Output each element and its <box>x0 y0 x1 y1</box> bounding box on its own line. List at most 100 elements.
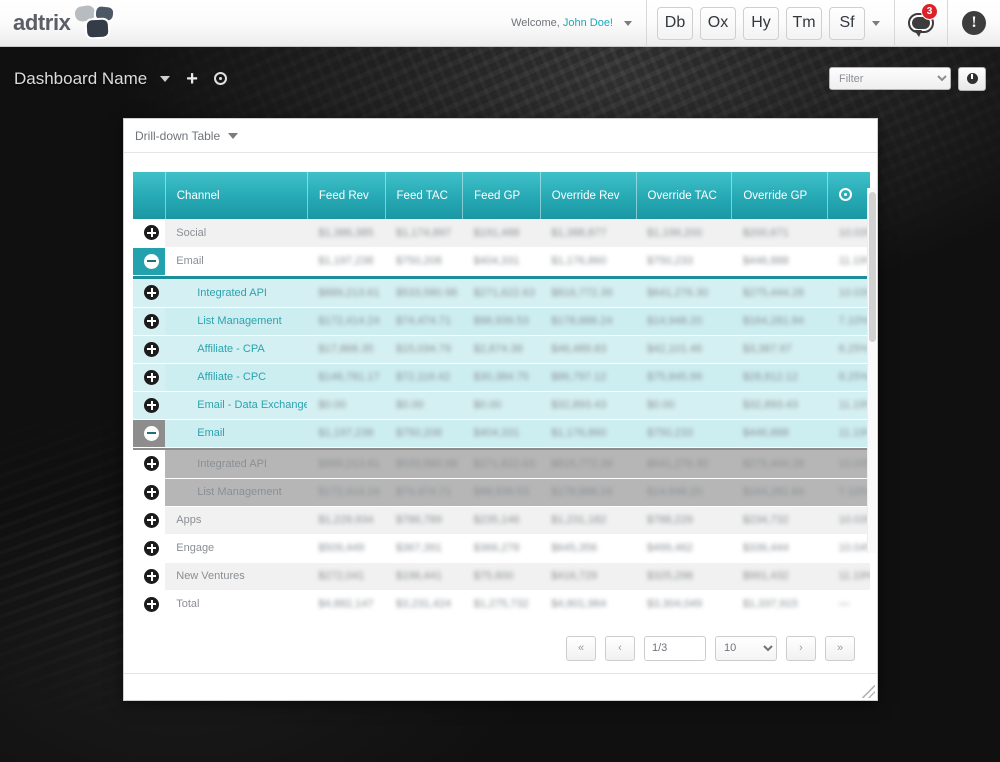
power-icon <box>966 73 978 84</box>
column-header-feed-tac[interactable]: Feed TAC <box>385 172 464 219</box>
dashboard-name[interactable]: Dashboard Name <box>14 69 147 89</box>
row-collapse-toggle[interactable] <box>133 419 166 448</box>
cell-channel[interactable]: Affiliate - CPC <box>165 363 308 392</box>
plus-circle-icon[interactable] <box>144 313 159 329</box>
first-page-button[interactable]: « <box>566 635 596 661</box>
alerts-button[interactable]: ! <box>948 0 1000 47</box>
row-expand-toggle[interactable] <box>133 590 166 619</box>
table-row[interactable]: Affiliate - CPC $146,781.17 $72,116.42 $… <box>133 363 870 392</box>
table-row[interactable]: Social $1,386,385 $1,174,897 $191,488 $1… <box>133 219 870 248</box>
chevron-down-icon[interactable] <box>160 75 171 82</box>
next-page-button[interactable]: › <box>786 635 816 661</box>
table-row[interactable]: Email - Data Exchanges $0.00 $0.00 $0.00… <box>133 391 870 420</box>
row-expand-toggle[interactable] <box>133 450 166 479</box>
dashboard-toolbar: Dashboard Name + Filter <box>0 47 1000 110</box>
table-row[interactable]: List Management $172,414.24 $74,474.71 $… <box>133 307 870 336</box>
table-row-total[interactable]: Total $4,882,147 $3,231,424 $1,275,732 $… <box>133 590 870 619</box>
column-header-override-gp[interactable]: Override GP <box>731 172 829 219</box>
channel-link[interactable]: Affiliate - CPC <box>197 371 266 383</box>
resize-grip-icon[interactable] <box>862 685 875 698</box>
row-expand-toggle[interactable] <box>133 506 166 535</box>
app-button-hy[interactable]: Hy <box>743 6 779 40</box>
plus-circle-icon[interactable] <box>144 341 159 357</box>
column-header-override-rev[interactable]: Override Rev <box>540 172 637 219</box>
column-header-feed-gp[interactable]: Feed GP <box>462 172 541 219</box>
channel-link[interactable]: Email - Data Exchanges <box>197 399 307 411</box>
gear-icon[interactable] <box>213 72 227 85</box>
chevron-down-icon[interactable] <box>228 132 239 139</box>
table-row[interactable]: List Management $172,414.24 $74,474.71 $… <box>133 478 870 507</box>
user-menu[interactable]: Welcome, John Doe! <box>511 17 646 29</box>
row-expand-toggle[interactable] <box>133 307 166 336</box>
plus-icon[interactable]: + <box>186 69 198 89</box>
cell-channel: Social <box>165 219 308 248</box>
table-scrollbar-thumb[interactable] <box>869 192 876 342</box>
channel-link[interactable]: Email <box>197 427 225 439</box>
filter-apply-button[interactable] <box>958 66 986 91</box>
row-expand-toggle[interactable] <box>133 279 166 308</box>
cell-override-gp: $275,444.28 <box>731 279 828 308</box>
plus-circle-icon[interactable] <box>144 456 159 472</box>
app-more-button[interactable] <box>872 20 884 26</box>
last-page-button[interactable]: » <box>825 635 855 661</box>
table-row[interactable]: Affiliate - CPA $17,868.35 $15,034.79 $2… <box>133 335 870 364</box>
app-button-sf[interactable]: Sf <box>829 6 865 40</box>
row-expand-toggle[interactable] <box>133 391 166 420</box>
column-header-override-tac[interactable]: Override TAC <box>636 172 733 219</box>
channel-link[interactable]: Integrated API <box>197 287 267 299</box>
table-row[interactable]: Engage $509,449 $367,391 $366,278 $645,3… <box>133 534 870 563</box>
brand-logo[interactable]: adtrix <box>13 3 118 41</box>
cell-channel[interactable]: List Management <box>165 307 308 336</box>
plus-circle-icon[interactable] <box>144 285 159 301</box>
plus-circle-icon[interactable] <box>144 512 159 528</box>
minus-circle-icon[interactable] <box>144 253 159 269</box>
filter-select[interactable]: Filter <box>829 67 951 90</box>
cell-channel[interactable]: Email - Data Exchanges <box>165 391 308 420</box>
row-expand-toggle[interactable] <box>133 363 166 392</box>
previous-page-button[interactable]: ‹ <box>605 635 635 661</box>
cell-override-tac: $641,276.30 <box>636 279 732 308</box>
minus-circle-icon[interactable] <box>144 425 159 441</box>
channel-link[interactable]: Affiliate - CPA <box>197 343 264 355</box>
cell-feed-rev: $172,414.24 <box>307 307 386 336</box>
page-number-input[interactable] <box>644 635 706 661</box>
row-expand-toggle[interactable] <box>133 562 166 591</box>
row-expand-toggle[interactable] <box>133 534 166 563</box>
plus-circle-icon[interactable] <box>144 397 159 413</box>
row-expand-toggle[interactable] <box>133 219 166 248</box>
table-row[interactable]: Apps $1,229,934 $786,789 $235,146 $1,231… <box>133 506 870 535</box>
cell-override-tac: $1,199,200 <box>636 219 732 248</box>
app-button-db[interactable]: Db <box>657 6 693 40</box>
cell-channel[interactable]: Email <box>165 419 308 448</box>
cell-channel[interactable]: Integrated API <box>165 279 308 308</box>
table-row[interactable]: Email $1,197,238 $750,208 $404,331 $1,17… <box>133 419 870 448</box>
table-row[interactable]: Integrated API $889,213.61 $533,580.98 $… <box>133 450 870 479</box>
cell-override-rev: $4,801,964 <box>540 590 637 619</box>
channel-link[interactable]: List Management <box>197 315 281 327</box>
row-expand-toggle[interactable] <box>133 478 166 507</box>
chevron-down-icon[interactable] <box>624 20 632 26</box>
plus-circle-icon[interactable] <box>144 596 159 612</box>
gear-icon[interactable] <box>839 187 853 201</box>
page-size-select[interactable]: 10 <box>715 635 777 661</box>
table-row[interactable]: New Ventures $272,041 $196,441 $75,600 $… <box>133 562 870 591</box>
row-collapse-toggle[interactable] <box>133 247 166 276</box>
table-scrollbar[interactable] <box>867 188 876 553</box>
plus-circle-icon[interactable] <box>144 225 159 241</box>
app-button-ox[interactable]: Ox <box>700 6 736 40</box>
cell-channel[interactable]: Affiliate - CPA <box>165 335 308 364</box>
column-header-feed-rev[interactable]: Feed Rev <box>307 172 386 219</box>
table-row[interactable]: Email $1,197,238 $750,208 $404,331 $1,17… <box>133 247 870 276</box>
column-header-settings[interactable] <box>827 172 870 219</box>
plus-circle-icon[interactable] <box>144 540 159 556</box>
row-expand-toggle[interactable] <box>133 335 166 364</box>
plus-circle-icon[interactable] <box>144 568 159 584</box>
cell-override-tac: $641,276.30 <box>636 450 732 479</box>
app-button-tm[interactable]: Tm <box>786 6 822 40</box>
plus-circle-icon[interactable] <box>144 484 159 500</box>
column-header-channel[interactable]: Channel <box>165 172 308 219</box>
plus-circle-icon[interactable] <box>144 369 159 385</box>
cell-channel: New Ventures <box>165 562 308 591</box>
table-row[interactable]: Integrated API $889,213.61 $533,580.98 $… <box>133 279 870 308</box>
messages-button[interactable]: 3 <box>895 0 947 47</box>
